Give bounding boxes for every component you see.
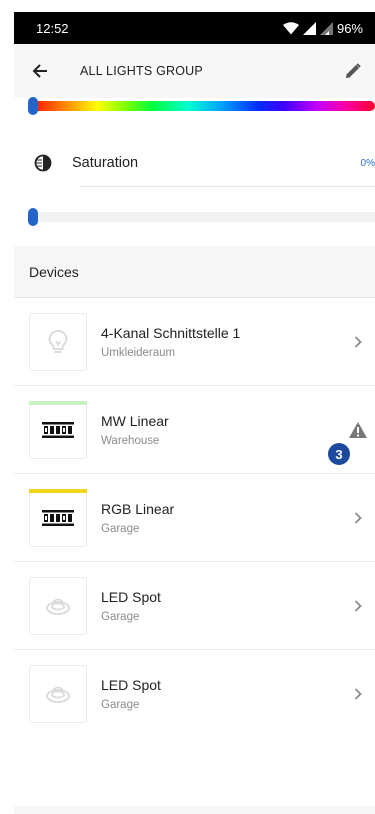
saturation-label: Saturation [72,155,139,171]
hue-track [28,101,375,111]
edit-button[interactable] [331,44,375,98]
status-icons: 96% [282,20,363,36]
device-room: Warehouse [101,434,160,447]
chevron-right-icon[interactable] [341,335,375,348]
device-name: RGB Linear [101,500,175,517]
device-color-bar [29,400,87,405]
chevron-right-icon[interactable] [341,511,375,524]
wifi-icon [282,21,299,34]
saturation-track [28,212,375,222]
device-room: Garage [101,699,140,711]
device-row[interactable]: MW Linear Warehouse 3 [14,386,375,474]
battery-level: 96% [336,20,363,36]
notification-badge: 3 [328,443,350,465]
device-thumbnail [29,488,87,547]
divider [80,186,375,187]
hue-slider-thumb[interactable] [28,97,38,115]
device-row[interactable]: LED Spot Garage [14,650,375,738]
saturation-row: Saturation 0% [14,140,375,186]
back-button[interactable] [14,44,66,98]
device-thumbnail [29,576,87,635]
device-room: Garage [101,522,140,535]
device-row[interactable]: LED Spot Garage [14,562,375,650]
device-row[interactable]: RGB Linear Garage [14,474,375,562]
status-time: 12:52 [36,20,69,36]
arrow-back-icon [32,64,47,78]
device-thumbnail [29,400,87,459]
pencil-icon [346,63,361,78]
device-thumbnail [29,312,87,371]
device-room: Umkleideraum [101,346,176,359]
spot-light-icon [46,686,70,703]
device-name: MW Linear [101,412,169,429]
chevron-right-icon[interactable] [341,599,375,612]
saturation-value: 0% [360,157,375,169]
linear-led-icon [42,421,74,438]
status-bar: 12:52 96% [14,12,375,44]
page-title: ALL LIGHTS GROUP [80,64,203,78]
device-room: Garage [101,610,140,623]
lightbulb-icon [48,329,68,353]
saturation-slider[interactable] [28,208,375,226]
device-thumbnail [29,665,87,723]
warning-icon[interactable] [341,421,375,439]
bottom-band [14,806,375,814]
signal-icon [302,21,316,35]
linear-led-icon [42,509,74,526]
hue-slider[interactable] [28,97,375,115]
device-name: 4-Kanal Schnittstelle 1 [101,324,241,341]
devices-section-header: Devices [14,246,375,297]
saturation-slider-thumb[interactable] [28,208,38,226]
spot-light-icon [46,598,70,615]
signal-weak-icon [319,21,333,35]
chevron-right-icon[interactable] [341,688,375,700]
device-color-bar [29,488,87,493]
device-name: LED Spot [101,588,161,605]
device-row[interactable]: 4-Kanal Schnittstelle 1 Umkleideraum [14,298,375,386]
device-name: LED Spot [101,677,161,693]
app-bar: ALL LIGHTS GROUP [14,44,375,98]
saturation-icon [34,154,52,172]
device-list: 4-Kanal Schnittstelle 1 Umkleideraum MW … [14,298,375,738]
